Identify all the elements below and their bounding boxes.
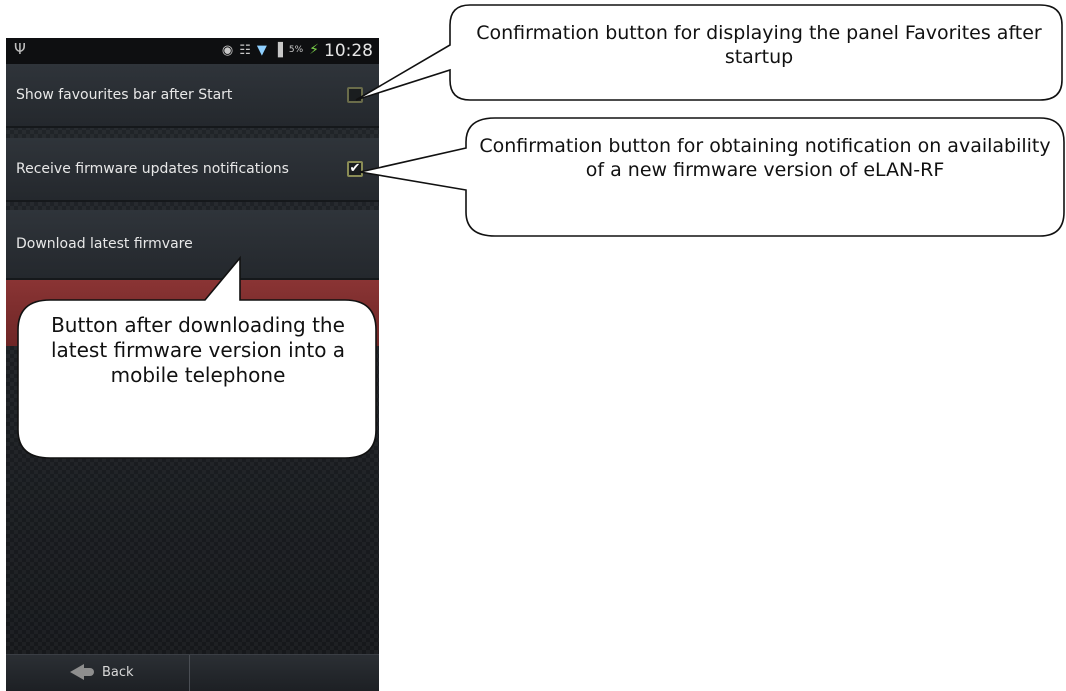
back-button[interactable]: Back xyxy=(6,655,189,691)
usb-icon: Ψ xyxy=(14,40,26,58)
download-firmware-button[interactable]: Download latest firmvare xyxy=(6,210,379,280)
setting-label: Show favourites bar after Start xyxy=(16,87,233,103)
setting-label: Download latest firmvare xyxy=(16,236,193,252)
setting-label: Receive firmware updates notifications xyxy=(16,161,289,177)
status-clock: 10:28 xyxy=(324,41,373,61)
callout-favorites-text: Confirmation button for displaying the p… xyxy=(476,22,1042,68)
nfc-icon: ☷ xyxy=(239,42,251,58)
notifications-checkbox[interactable]: ✔ xyxy=(347,161,363,177)
wifi-icon: ▼ xyxy=(256,42,267,58)
annotated-screenshot: Ψ ◉ ☷ ▼ ▐ 5% ⚡ 10:28 Show favourites bar… xyxy=(0,0,1066,691)
bottom-bar: Back xyxy=(6,654,379,691)
setting-firmware-notifications[interactable]: Receive firmware updates notifications ✔ xyxy=(6,138,379,202)
eye-icon: ◉ xyxy=(221,42,234,58)
callout-download-text: Button after downloading the latest firm… xyxy=(50,313,346,387)
battery-percent: 5% xyxy=(288,45,304,55)
favourites-checkbox[interactable] xyxy=(347,87,363,103)
signal-icon: ▐ xyxy=(272,42,283,58)
status-icons: ◉ ☷ ▼ ▐ 5% ⚡ xyxy=(222,42,319,58)
back-label: Back xyxy=(102,665,134,680)
battery-charging-icon: ⚡ xyxy=(309,42,319,58)
back-arrow-tail xyxy=(82,668,94,676)
callout-notifications-text: Confirmation button for obtaining notifi… xyxy=(479,135,1051,181)
setting-show-favourites[interactable]: Show favourites bar after Start xyxy=(6,64,379,128)
bottom-bar-divider xyxy=(189,655,190,691)
status-bar: Ψ ◉ ☷ ▼ ▐ 5% ⚡ 10:28 xyxy=(6,38,379,64)
